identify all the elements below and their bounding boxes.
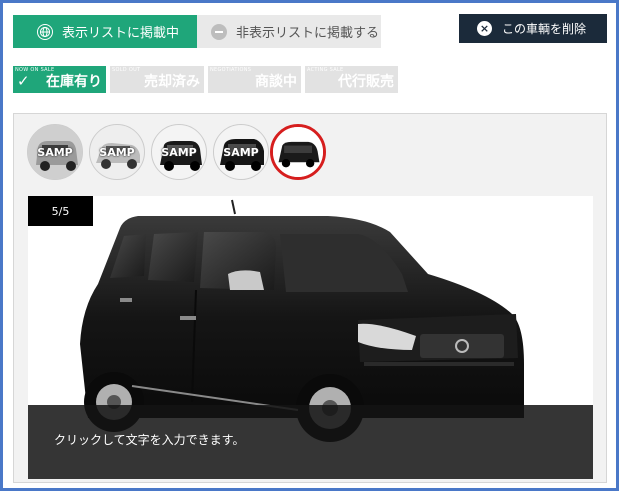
gallery-thumbnail-selected[interactable]	[270, 124, 326, 180]
listed-tab[interactable]: 表示リストに掲載中	[13, 15, 197, 48]
status-sub-label: SOLD OUT	[112, 67, 141, 73]
status-acting-sale[interactable]: ACTING SALE 代行販売	[305, 66, 398, 93]
status-sub-label: NEGOTIATIONS	[210, 67, 252, 73]
image-counter: 5/5	[28, 196, 93, 226]
gallery-thumbnail[interactable]: SAMP	[27, 124, 83, 180]
sample-watermark: SAMP	[161, 146, 197, 159]
gallery-thumbnail[interactable]: SAMP	[89, 124, 145, 180]
sample-watermark: SAMP	[37, 146, 73, 159]
minus-circle-icon	[211, 23, 227, 40]
sample-watermark: SAMP	[223, 146, 259, 159]
main-car-image[interactable]: 5/5 クリックして文字を入力できます。	[28, 196, 593, 479]
status-in-stock[interactable]: NOW ON SALE ✓ 在庫有り	[13, 66, 106, 93]
globe-icon	[37, 23, 53, 40]
status-label: 商談中	[255, 74, 297, 90]
delete-vehicle-label: この車輌を削除	[502, 22, 587, 36]
image-caption[interactable]: クリックして文字を入力できます。	[28, 405, 593, 479]
gallery-thumbnail[interactable]: SAMP	[151, 124, 207, 180]
listed-tab-label: 表示リストに掲載中	[62, 26, 180, 41]
status-label: 在庫有り	[46, 74, 102, 90]
status-negotiating[interactable]: NEGOTIATIONS 商談中	[208, 66, 301, 93]
hidden-list-tab[interactable]: 非表示リストに掲載する	[197, 15, 381, 48]
status-label: 売却済み	[144, 74, 200, 90]
delete-vehicle-button[interactable]: × この車輌を削除	[459, 14, 607, 43]
status-sold-out[interactable]: SOLD OUT 売却済み	[110, 66, 204, 93]
hidden-list-tab-label: 非表示リストに掲載する	[236, 26, 380, 41]
close-circle-icon: ×	[477, 21, 492, 36]
gallery-thumbnail[interactable]: SAMP	[213, 124, 269, 180]
status-label: 代行販売	[338, 74, 394, 90]
check-icon: ✓	[17, 72, 30, 90]
car-image	[273, 127, 323, 177]
sample-watermark: SAMP	[99, 146, 135, 159]
